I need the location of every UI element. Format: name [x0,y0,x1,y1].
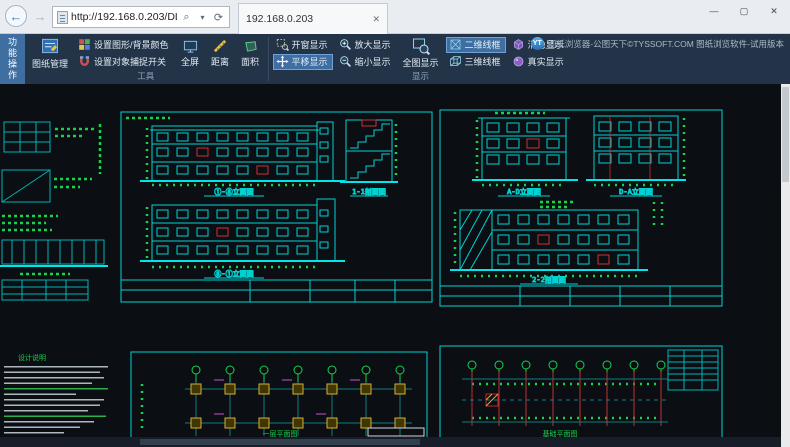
caption-section-2: 2-2剖面图 [532,275,566,284]
zoom-out-icon [339,55,352,68]
magnet-icon [78,55,91,68]
maximize-button[interactable]: ▢ [729,1,759,21]
horizontal-scrollbar[interactable] [0,437,781,447]
drawing-elevation-d [586,116,686,185]
ribbon-tab-operations[interactable]: 功能操作 [0,34,25,84]
ribbon-group-display: 开窗显示 平移显示 放大显示 [270,34,572,84]
group-label-tools: 工具 [28,70,264,84]
sheet-elevations-1: ①-⑧立面图 1-1剖面图 ⑧-①立面图 [121,112,432,302]
refresh-icon[interactable]: ⟳ [212,11,225,24]
group-label-display: 显示 [273,70,569,84]
cad-canvas[interactable]: ①-⑧立面图 1-1剖面图 ⑧-①立面图 [0,84,781,437]
zoom-window-button[interactable]: 开窗显示 [273,37,333,53]
browser-window: ← → http://192.168.0.203/DLWeb/Applicati… [0,0,790,447]
wireframe-3d-button[interactable]: 三维线框 [446,54,506,70]
ribbon-separator [268,37,269,81]
wireframe-2d-icon [449,38,462,51]
brand-text: 图纸浏览器-公图天下©TYSSOFT.COM 图纸浏览软件-试用版本 [548,38,784,50]
caption-section-1: 1-1剖面图 [352,187,386,196]
back-button[interactable]: ← [5,5,27,27]
tab-title: 192.168.0.203 [246,13,366,25]
wireframe-2d-button[interactable]: 二维线框 [446,37,506,53]
set-bg-color-button[interactable]: 设置图形/背景颜色 [75,37,174,53]
url-text[interactable]: http://192.168.0.203/DLWeb/Application/Y… [71,11,177,23]
drawing-elevation-b [140,199,345,267]
monitor-icon [183,39,198,54]
sheet-notes: 设计说明 [4,353,108,434]
zoom-all-icon [412,37,430,55]
page-icon [57,11,68,24]
zoom-out-button[interactable]: 缩小显示 [336,54,396,70]
caption-elevation-d: D-A立面图 [619,187,653,196]
vertical-scroll-thumb[interactable] [782,87,789,182]
area-button[interactable]: 面积 [237,36,264,70]
brand-area: YT 图纸浏览器-公图天下©TYSSOFT.COM 图纸浏览软件-试用版本 [531,37,784,50]
tab-close-icon[interactable]: ✕ [372,14,380,25]
caption-notes: 设计说明 [18,353,46,362]
sheet-foundation-plan: 基础平面图 [440,346,722,437]
close-button[interactable]: ✕ [759,1,789,21]
chevron-down-icon[interactable]: ▾ [196,13,209,22]
zoom-all-button[interactable]: 全图显示 [399,36,443,70]
browser-tab[interactable]: 192.168.0.203 ✕ [238,3,388,34]
ruler-icon [213,39,228,54]
vertical-scrollbar[interactable] [781,84,790,447]
zoom-in-icon [339,38,352,51]
pan-icon [276,55,289,68]
sphere-icon [512,55,525,68]
distance-button[interactable]: 距离 [207,36,234,70]
search-icon[interactable]: ⌕ [180,11,193,24]
polygon-icon [243,39,258,54]
wireframe-3d-icon [449,55,462,68]
horizontal-scroll-thumb[interactable] [140,439,420,445]
sheet-left-fragment [0,122,108,300]
caption-foundation-plan: 基础平面图 [543,429,578,437]
drawing-manage-button[interactable]: 图纸管理 [28,36,72,70]
zoom-in-button[interactable]: 放大显示 [336,37,396,53]
forward-button[interactable]: → [29,5,51,27]
minimize-button[interactable]: — [699,1,729,21]
caption-floor-plan: 一层平面图 [263,430,298,437]
ribbon: 功能操作 图纸管理 设置图形/背景颜色 [0,34,790,84]
main-area: ①-⑧立面图 1-1剖面图 ⑧-①立面图 [0,84,790,447]
yt-logo: YT [531,37,544,50]
drawing-elevation-c [472,113,578,185]
browser-chrome: ← → http://192.168.0.203/DLWeb/Applicati… [0,0,790,34]
caption-elevation-a: ①-⑧立面图 [214,187,253,196]
drawing-elevation-a [140,122,345,185]
sheet-elevations-2: A-D立面图 D-A立面图 2-2剖面图 [440,110,722,306]
osnap-toggle-button[interactable]: 设置对象捕捉开关 [75,54,174,70]
fullscreen-button[interactable]: 全屏 [177,36,204,70]
sheet-floor-plan: 一层平面图 [131,352,427,437]
hidden-cube-icon [512,38,525,51]
cad-viewport[interactable]: ①-⑧立面图 1-1剖面图 ⑧-①立面图 [0,84,781,447]
caption-elevation-c: A-D立面图 [507,187,541,196]
ribbon-group-tools: 图纸管理 设置图形/背景颜色 设置对象捕捉开关 [25,34,267,84]
drawing-manage-icon [40,36,60,56]
drawing-section-2 [450,202,662,276]
pan-button[interactable]: 平移显示 [273,54,333,70]
zoom-window-icon [276,38,289,51]
drawing-stair-section [340,120,398,182]
address-bar[interactable]: http://192.168.0.203/DLWeb/Application/Y… [52,6,230,28]
palette-icon [78,38,91,51]
caption-elevation-b: ⑧-①立面图 [214,269,253,278]
realistic-display-button[interactable]: 真实显示 [509,54,569,70]
